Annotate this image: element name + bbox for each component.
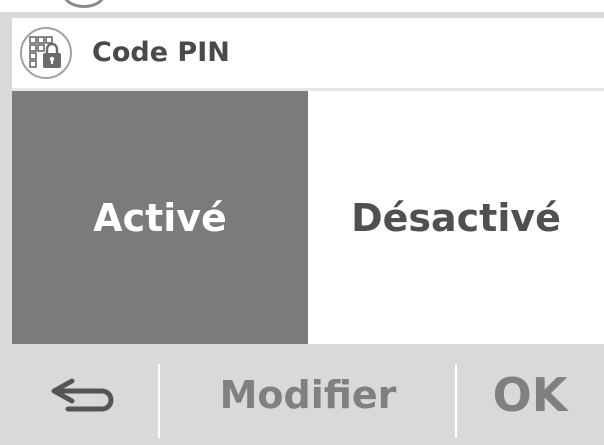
softkey-bar: Modifier OK — [12, 344, 604, 445]
option-disabled[interactable]: Désactivé — [308, 91, 604, 344]
softkey-separator-right — [455, 364, 457, 438]
option-enabled[interactable]: Activé — [12, 91, 308, 344]
pin-lock-icon — [20, 27, 72, 79]
modify-button[interactable]: Modifier — [160, 344, 456, 445]
ok-button[interactable]: OK — [456, 344, 604, 445]
return-arrow-icon — [51, 378, 114, 411]
back-button[interactable] — [12, 344, 160, 445]
softkey-separator-left — [158, 364, 160, 438]
option-selector: Activé Désactivé — [12, 91, 604, 344]
keypad-lock-glyph — [29, 36, 61, 68]
pin-code-screen: Code PIN Activé Désactivé Modifier OK — [0, 0, 604, 445]
screen-frame-left — [0, 12, 12, 445]
previous-item-peek — [0, 0, 604, 12]
page-title: Code PIN — [92, 37, 230, 68]
previous-icon-edge — [62, 0, 106, 8]
